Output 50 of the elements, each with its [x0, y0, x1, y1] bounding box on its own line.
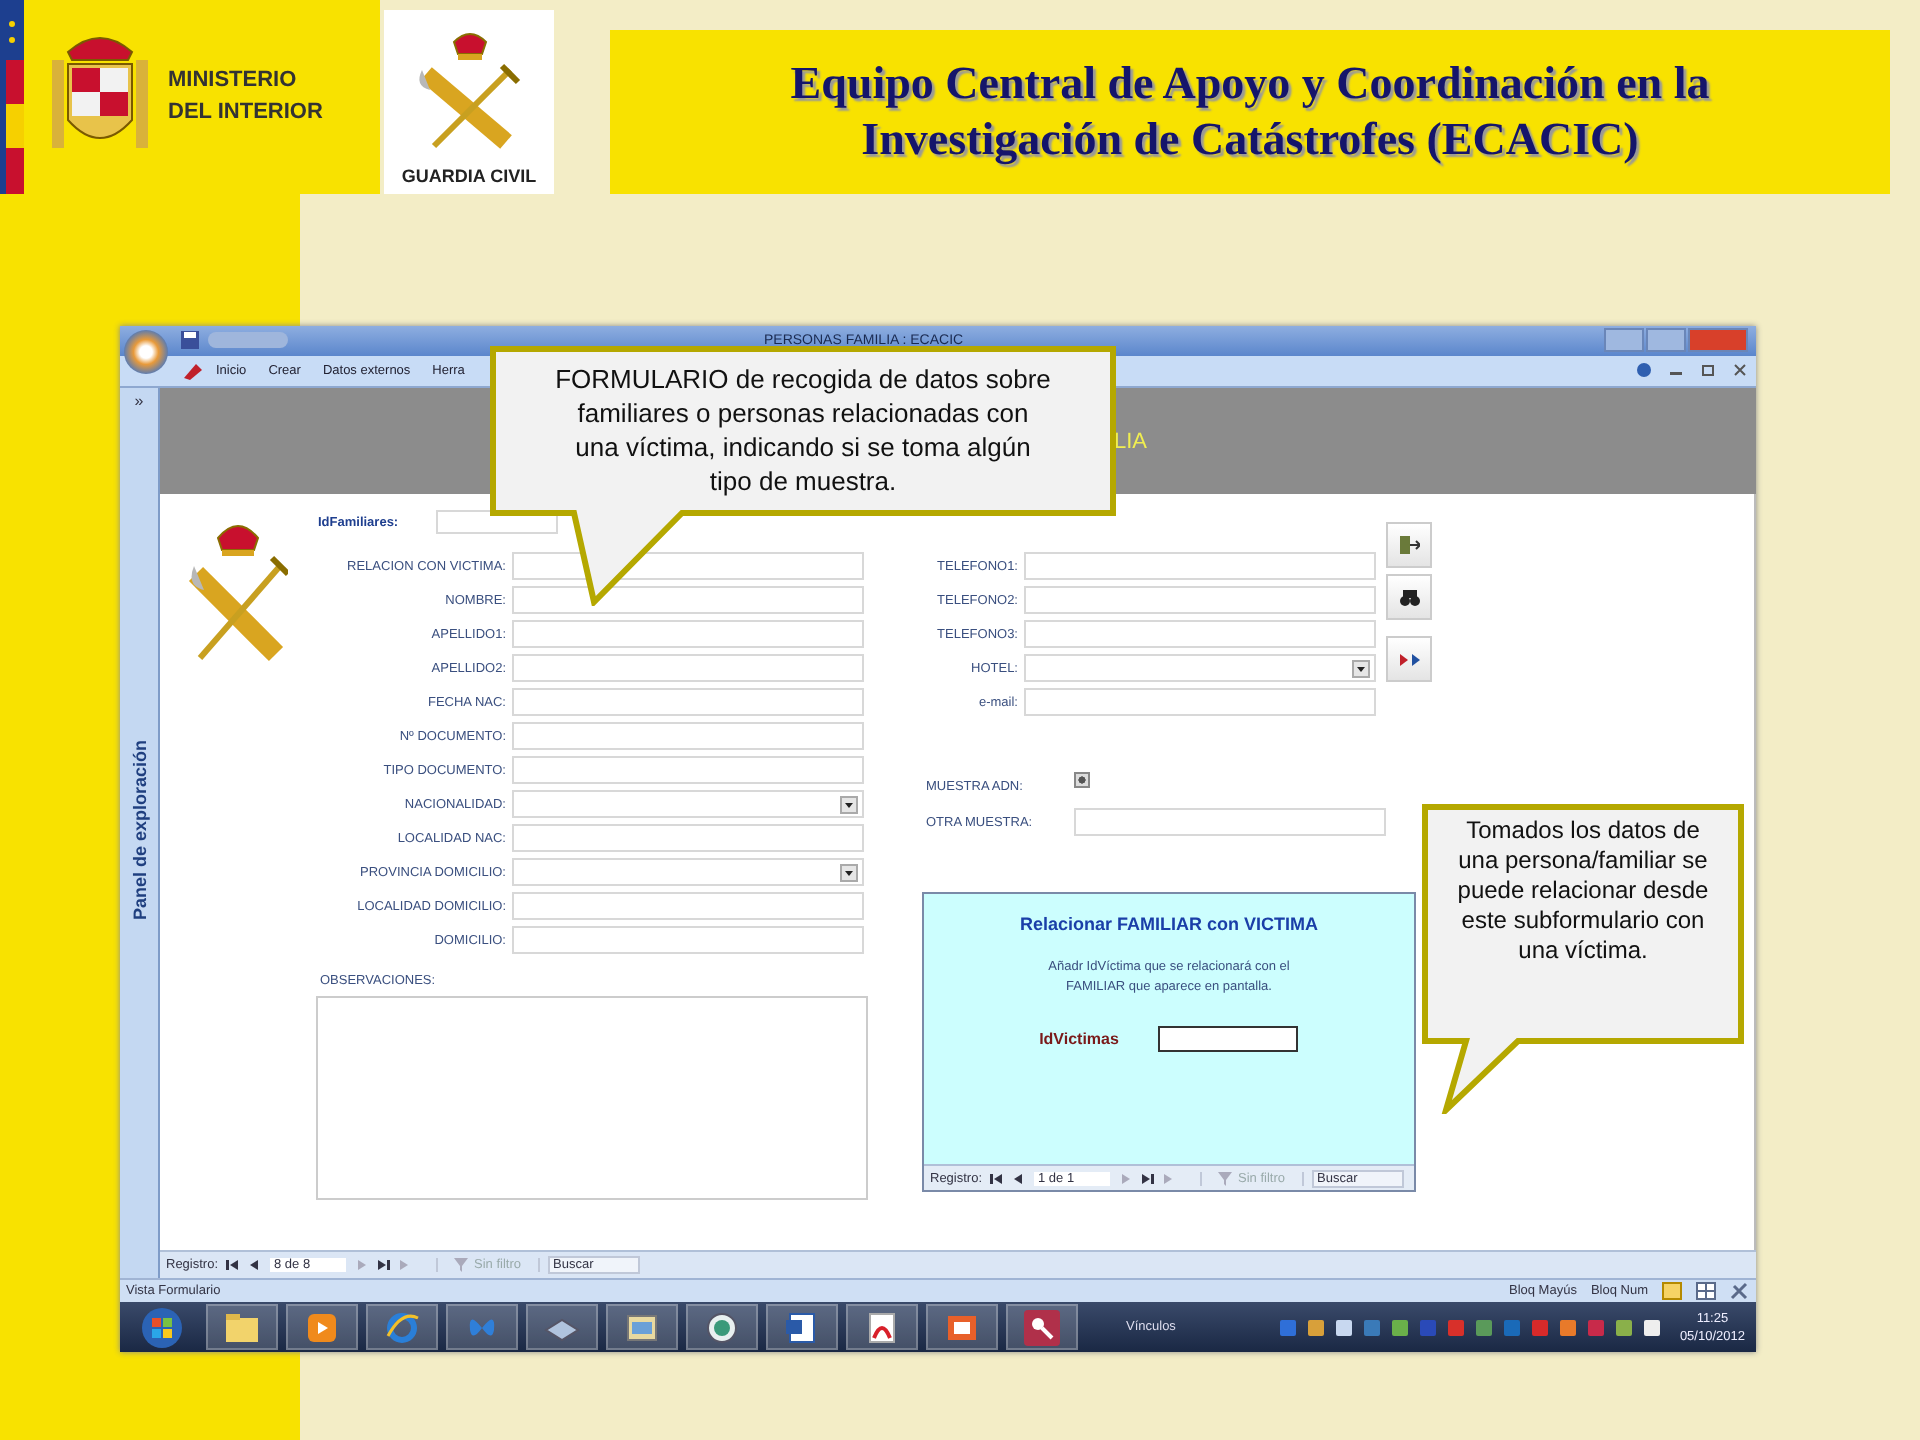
- field-label: IdVictimas: [1039, 1030, 1119, 1049]
- callout-text: Tomados los datos de una persona/familiar se puede relacionar desde este subformulario con una víctima.: [1455, 816, 1711, 966]
- taskbar-button[interactable]: [1006, 1304, 1078, 1351]
- close-icon[interactable]: [1732, 362, 1748, 379]
- ministry-name: MINISTERIO DEL INTERIOR: [168, 66, 323, 128]
- observations-field[interactable]: [316, 996, 868, 1201]
- taskbar-button[interactable]: [846, 1304, 918, 1351]
- funnel-icon: [1218, 1171, 1233, 1186]
- previous-record-button[interactable]: [1012, 1171, 1027, 1186]
- taskbar-button[interactable]: [926, 1304, 998, 1351]
- office-button[interactable]: [124, 330, 168, 374]
- windows-logo-icon: [140, 1305, 184, 1350]
- key-icon: [1020, 1305, 1064, 1350]
- funnel-icon: [454, 1257, 469, 1272]
- first-record-button[interactable]: [226, 1257, 241, 1272]
- expand-button[interactable]: »: [134, 391, 144, 410]
- last-record-button[interactable]: [1140, 1171, 1155, 1186]
- dropdown-field[interactable]: [1024, 654, 1376, 683]
- dropdown-field[interactable]: [512, 790, 864, 819]
- taskbar-button[interactable]: [206, 1304, 278, 1351]
- taskbar-button[interactable]: [286, 1304, 358, 1351]
- restore-icon[interactable]: [1700, 362, 1716, 379]
- save-icon[interactable]: [180, 330, 200, 351]
- previous-record-button[interactable]: [248, 1257, 263, 1272]
- subform-title: Relacionar FAMILIAR con VICTIMA: [1019, 914, 1318, 935]
- taskbar-button[interactable]: [366, 1304, 438, 1351]
- callout-text: FORMULARIO de recogida de datos sobre familiares o personas relacionadas con una víctima, indicando si se toma algún tipo de muestra.: [553, 362, 1053, 498]
- taskbar-button[interactable]: [686, 1304, 758, 1351]
- dropdown-field[interactable]: [512, 858, 864, 887]
- form-title: LIA: [1114, 429, 1148, 453]
- taskbar-button[interactable]: [526, 1304, 598, 1351]
- navigation-pane-label: Panel de exploración: [129, 739, 149, 920]
- text-field[interactable]: [1158, 1026, 1299, 1053]
- checkbox[interactable]: [1074, 772, 1090, 789]
- design-view-icon[interactable]: [1730, 1281, 1750, 1300]
- form-view-icon[interactable]: [1662, 1281, 1682, 1300]
- taskbar-button[interactable]: [766, 1304, 838, 1351]
- exit-button[interactable]: [1386, 522, 1432, 569]
- search-button[interactable]: [1386, 574, 1432, 621]
- arrows-icon: [1399, 653, 1419, 666]
- next-button[interactable]: [1386, 636, 1432, 683]
- taskbar-button[interactable]: [606, 1304, 678, 1351]
- datasheet-view-icon[interactable]: [1696, 1281, 1716, 1300]
- binoculars-icon: [1399, 589, 1419, 606]
- first-record-button[interactable]: [990, 1171, 1005, 1186]
- help-icon[interactable]: [1636, 362, 1652, 379]
- guardia-civil-label: GUARDIA CIVIL: [401, 166, 537, 186]
- last-record-button[interactable]: [376, 1257, 391, 1272]
- slide-title: Equipo Central de Apoyo y Coordinación en la Investigación de Catástrofes (ECACIC): [790, 56, 1710, 168]
- door-arrow-icon: [1399, 536, 1419, 555]
